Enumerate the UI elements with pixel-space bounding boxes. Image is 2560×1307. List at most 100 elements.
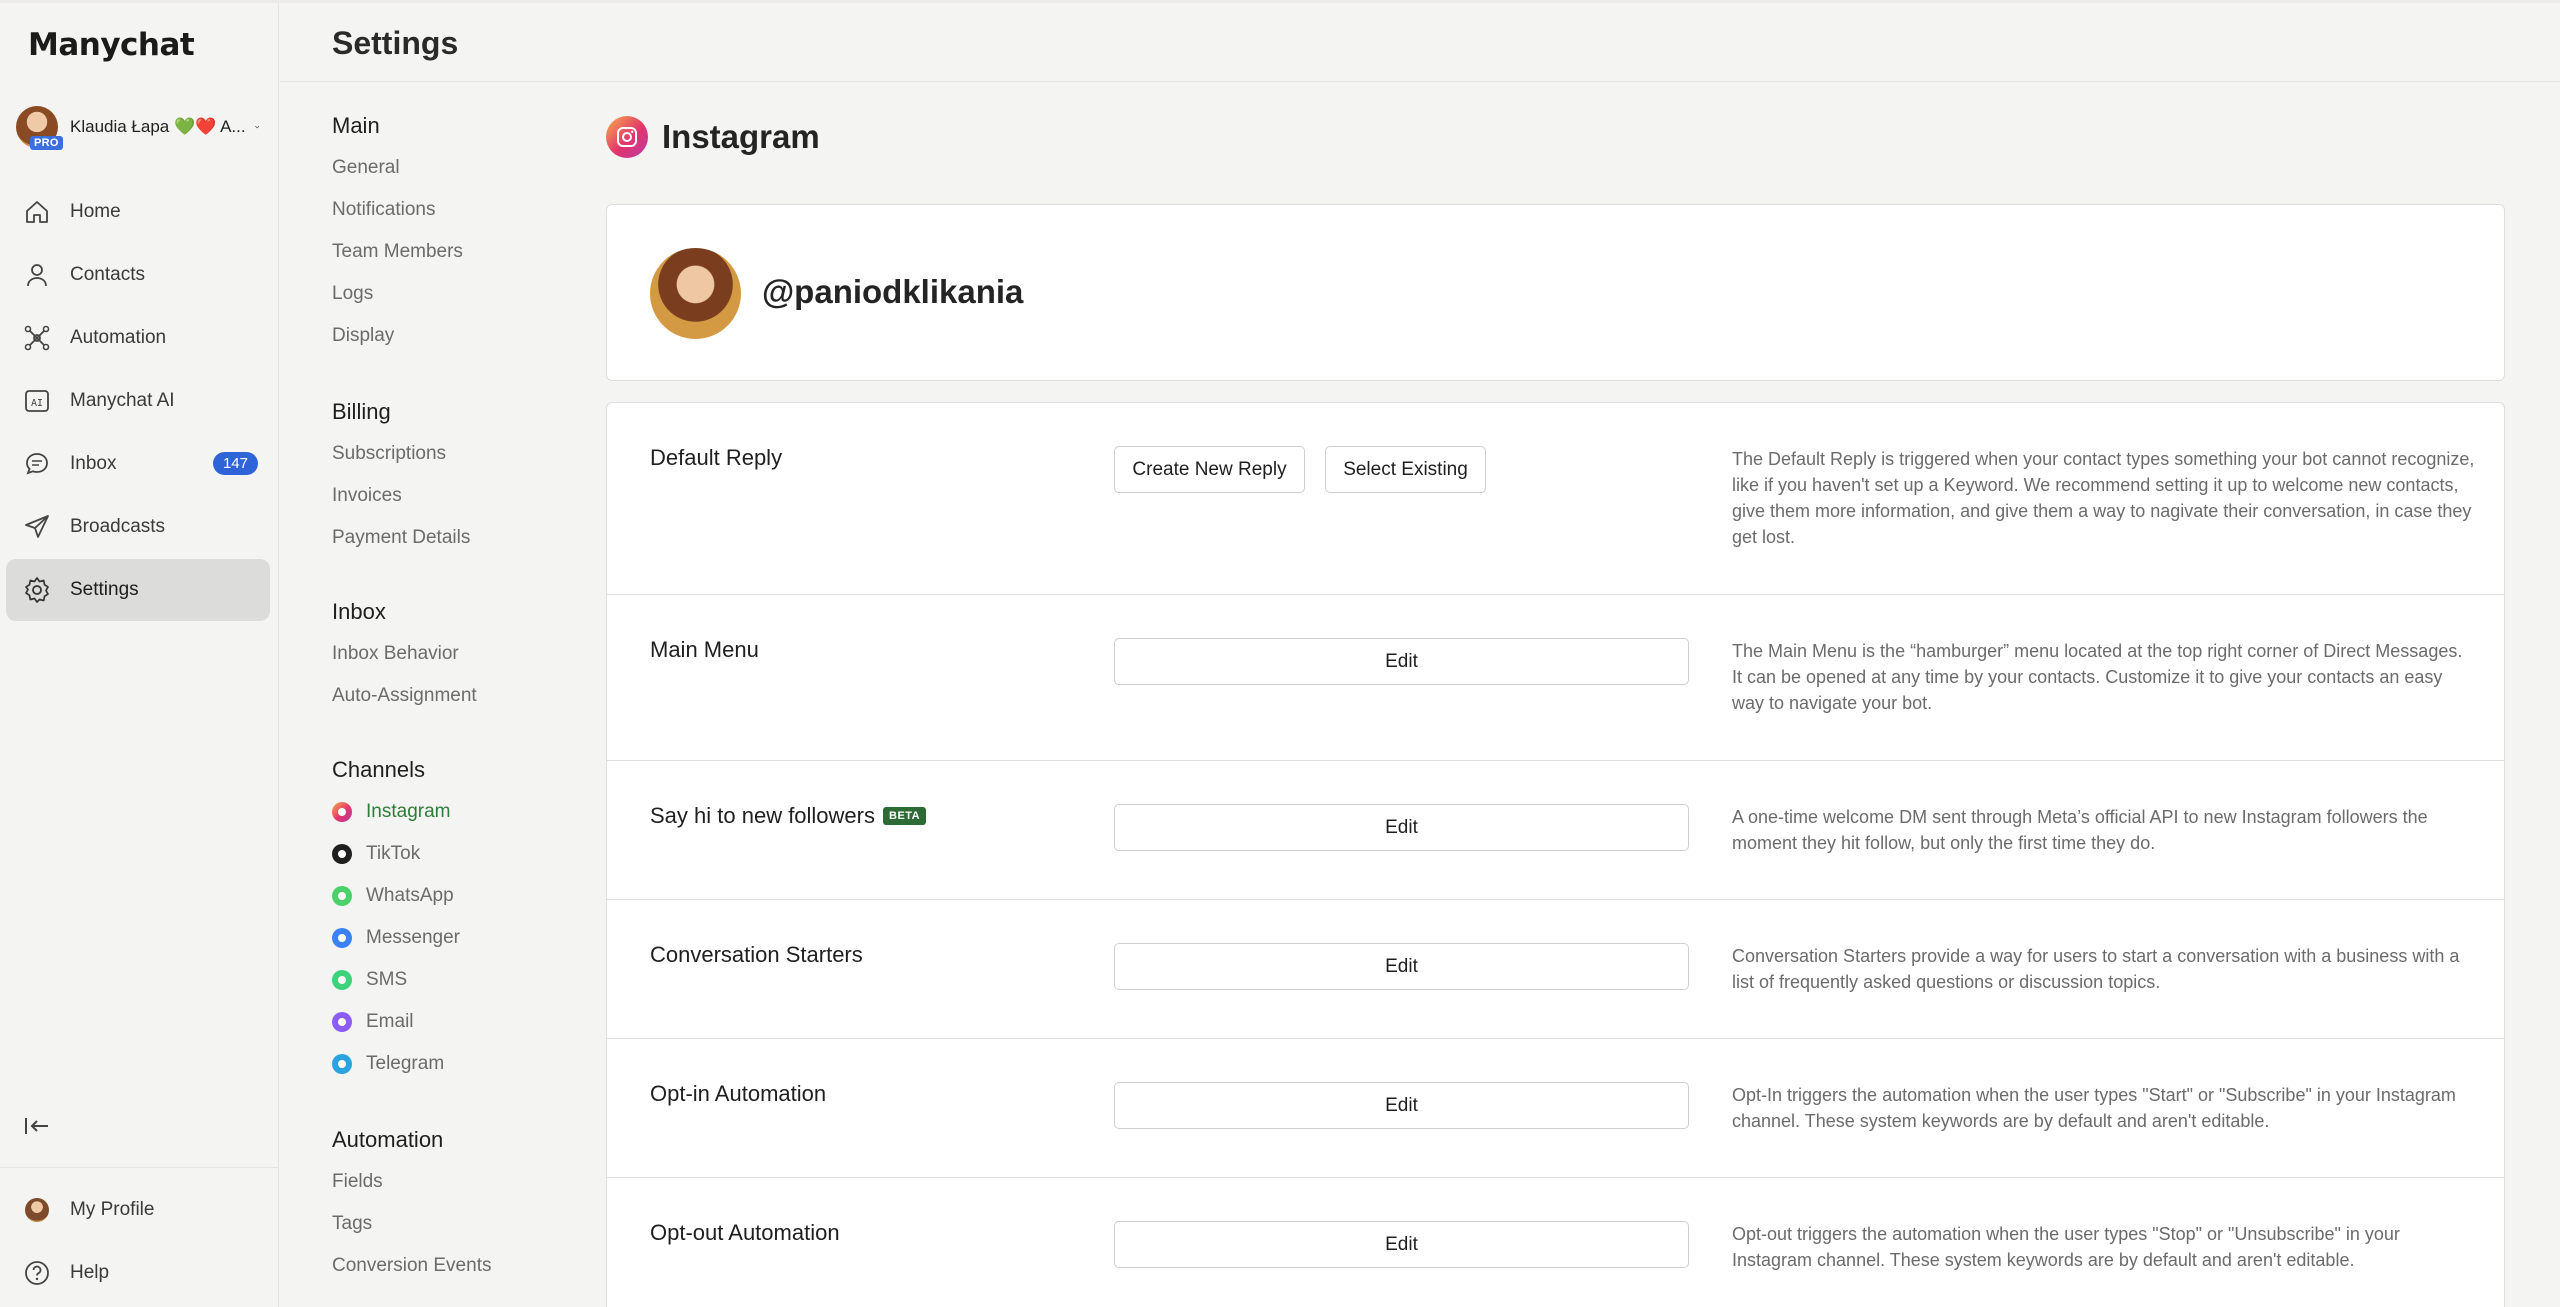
channel-label: TikTok (366, 843, 421, 864)
nav-item-broadcasts[interactable]: Broadcasts (6, 496, 270, 558)
nav-item-help[interactable]: Help (6, 1242, 270, 1304)
submenu-item-logs[interactable]: Logs (332, 273, 463, 315)
channel-label: Telegram (366, 1053, 445, 1074)
say-hi-edit-button[interactable]: Edit (1114, 804, 1689, 851)
setting-description: Opt-In triggers the automation when the … (1732, 1085, 2456, 1131)
channel-label: Messenger (366, 927, 460, 948)
pro-badge: PRO (30, 136, 63, 150)
setting-title: Say hi to new followers BETA (650, 803, 927, 829)
main-menu-edit-button[interactable]: Edit (1114, 638, 1689, 685)
setting-title: Default Reply (650, 445, 783, 470)
inbox-count-badge: 147 (212, 452, 258, 475)
nav-label: Settings (70, 579, 139, 600)
nav-item-settings[interactable]: Settings (6, 559, 270, 621)
channel-label: Instagram (366, 801, 451, 822)
automation-icon (22, 323, 52, 353)
submenu-item-whatsapp[interactable]: WhatsApp (332, 875, 460, 917)
nav-label: Manychat AI (70, 390, 175, 411)
channel-label: SMS (366, 969, 408, 990)
manychat-logo[interactable]: Manychat (28, 27, 195, 63)
nav-item-automation[interactable]: Automation (6, 307, 270, 369)
opt-out-edit-button[interactable]: Edit (1114, 1221, 1689, 1268)
submenu-item-payment-details[interactable]: Payment Details (332, 517, 470, 559)
instagram-icon (606, 116, 648, 158)
setting-title: Opt-in Automation (650, 1081, 827, 1106)
select-existing-button[interactable]: Select Existing (1325, 446, 1486, 493)
instagram-icon (332, 802, 352, 822)
nav-item-manychat-ai[interactable]: AI Manychat AI (6, 370, 270, 432)
nav-label: Broadcasts (70, 516, 166, 537)
submenu-item-notifications[interactable]: Notifications (332, 189, 463, 231)
help-icon (22, 1258, 52, 1288)
submenu-item-tiktok[interactable]: TikTok (332, 833, 460, 875)
setting-row-conversation-starters: Conversation Starters Edit Conversation … (607, 900, 2504, 1039)
submenu-item-display[interactable]: Display (332, 315, 463, 357)
paper-plane-icon (22, 512, 52, 542)
opt-in-edit-button[interactable]: Edit (1114, 1082, 1689, 1129)
whatsapp-icon (332, 886, 352, 906)
submenu-item-instagram[interactable]: Instagram (332, 791, 460, 833)
submenu-item-invoices[interactable]: Invoices (332, 475, 470, 517)
setting-title: Opt-out Automation (650, 1220, 840, 1245)
submenu-item-sms[interactable]: SMS (332, 959, 460, 1001)
submenu-heading: Automation (332, 1127, 444, 1152)
submenu-heading: Main (332, 113, 380, 138)
settings-submenu: Main General Notifications Team Members … (280, 83, 580, 1307)
nav-item-inbox[interactable]: Inbox 147 (6, 433, 270, 495)
channel-heading: Instagram (606, 115, 820, 159)
collapse-sidebar-icon[interactable] (22, 1111, 52, 1141)
channel-label: Email (366, 1011, 414, 1032)
channel-label: WhatsApp (366, 885, 454, 906)
submenu-item-general[interactable]: General (332, 147, 463, 189)
bottom-nav: My Profile Help (6, 1179, 270, 1305)
messenger-icon (332, 928, 352, 948)
create-new-reply-button[interactable]: Create New Reply (1114, 446, 1305, 493)
setting-description: The Main Menu is the “hamburger” menu lo… (1732, 641, 2463, 713)
submenu-heading: Billing (332, 399, 391, 424)
submenu-item-messenger[interactable]: Messenger (332, 917, 460, 959)
submenu-item-team-members[interactable]: Team Members (332, 231, 463, 273)
submenu-item-email[interactable]: Email (332, 1001, 460, 1043)
submenu-section-inbox: Inbox Inbox Behavior Auto-Assignment (332, 591, 477, 717)
setting-title: Conversation Starters (650, 942, 863, 967)
nav-label: Home (70, 201, 121, 222)
submenu-section-main: Main General Notifications Team Members … (332, 105, 463, 357)
nav-label: Automation (70, 327, 167, 348)
nav-item-contacts[interactable]: Contacts (6, 244, 270, 306)
setting-row-main-menu: Main Menu Edit The Main Menu is the “ham… (607, 595, 2504, 761)
nav-item-home[interactable]: Home (6, 181, 270, 243)
chevron-down-icon (254, 125, 259, 129)
nav-label: Contacts (70, 264, 145, 285)
submenu-item-telegram[interactable]: Telegram (332, 1043, 460, 1085)
gear-icon (22, 575, 52, 605)
chat-bubble-icon (22, 449, 52, 479)
svg-text:AI: AI (31, 398, 43, 409)
submenu-item-subscriptions[interactable]: Subscriptions (332, 433, 470, 475)
account-switcher[interactable]: PRO Klaudia Łapa 💚❤️ A... (16, 103, 260, 151)
submenu-item-tags[interactable]: Tags (332, 1203, 491, 1245)
person-icon (22, 260, 52, 290)
conversation-starters-edit-button[interactable]: Edit (1114, 943, 1689, 990)
setting-row-opt-in: Opt-in Automation Edit Opt-In triggers t… (607, 1039, 2504, 1178)
setting-description: The Default Reply is triggered when your… (1732, 449, 2475, 547)
nav-label: Help (70, 1262, 110, 1283)
setting-row-default-reply: Default Reply Create New Reply Select Ex… (607, 403, 2504, 595)
profile-card: @paniodklikania (606, 204, 2505, 381)
channel-title: Instagram (662, 118, 820, 155)
submenu-item-auto-assignment[interactable]: Auto-Assignment (332, 675, 477, 717)
setting-description: Conversation Starters provide a way for … (1732, 946, 2460, 992)
setting-title-text: Say hi to new followers (650, 803, 875, 828)
setting-description: A one-time welcome DM sent through Meta’… (1732, 807, 2428, 853)
setting-row-say-hi: Say hi to new followers BETA Edit A one-… (607, 761, 2504, 900)
submenu-item-inbox-behavior[interactable]: Inbox Behavior (332, 633, 477, 675)
nav-item-my-profile[interactable]: My Profile (6, 1179, 270, 1241)
page-title: Settings (332, 25, 459, 61)
nav-label: My Profile (70, 1199, 155, 1220)
tiktok-icon (332, 844, 352, 864)
profile-handle: @paniodklikania (762, 273, 1024, 310)
submenu-section-billing: Billing Subscriptions Invoices Payment D… (332, 391, 470, 559)
submenu-item-fields[interactable]: Fields (332, 1161, 491, 1203)
email-icon (332, 1012, 352, 1032)
submenu-item-conversion-events[interactable]: Conversion Events (332, 1245, 491, 1287)
sms-icon (332, 970, 352, 990)
